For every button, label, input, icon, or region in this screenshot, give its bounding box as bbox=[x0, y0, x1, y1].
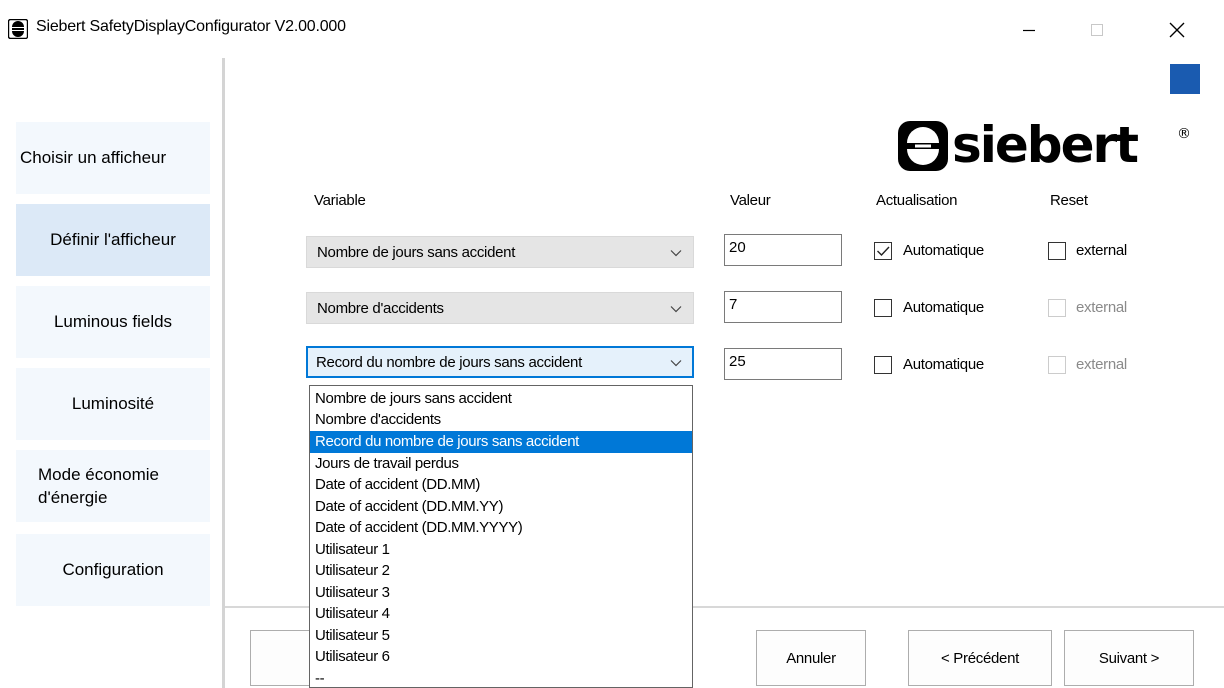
window-title: Siebert SafetyDisplayConfigurator V2.00.… bbox=[36, 18, 346, 35]
sidebar-item-label: Mode économie d'énergie bbox=[38, 465, 159, 507]
title-bar: Siebert SafetyDisplayConfigurator V2.00.… bbox=[0, 0, 1224, 56]
sidebar-item-choose-display[interactable]: Choisir un afficheur bbox=[16, 122, 210, 194]
auto-checkbox-1[interactable] bbox=[874, 242, 892, 260]
dropdown-option[interactable]: Nombre de jours sans accident bbox=[310, 388, 692, 410]
reset-checkbox-2 bbox=[1048, 299, 1066, 317]
reset-checkbox-3 bbox=[1048, 356, 1066, 374]
next-button[interactable]: Suivant > bbox=[1064, 630, 1194, 686]
dropdown-option-selected[interactable]: Record du nombre de jours sans accident bbox=[310, 431, 692, 453]
header-variable: Variable bbox=[314, 192, 366, 209]
minimize-button[interactable] bbox=[1006, 10, 1052, 50]
dropdown-option[interactable]: Date of accident (DD.MM) bbox=[310, 474, 692, 496]
dropdown-option[interactable]: -- bbox=[310, 668, 692, 687]
app-icon bbox=[8, 19, 28, 39]
variable-select-2[interactable]: Nombre d'accidents bbox=[306, 292, 694, 324]
variable-select-1[interactable]: Nombre de jours sans accident bbox=[306, 236, 694, 268]
select-value: Record du nombre de jours sans accident bbox=[316, 354, 582, 371]
sidebar-item-label: Luminosité bbox=[71, 394, 155, 413]
dropdown-option[interactable]: Utilisateur 3 bbox=[310, 582, 692, 604]
reset-label-3: external bbox=[1076, 356, 1127, 373]
sidebar-divider bbox=[222, 58, 225, 688]
chevron-down-icon bbox=[670, 250, 682, 257]
previous-button[interactable]: < Précédent bbox=[908, 630, 1052, 686]
sidebar-item-label: Choisir un afficheur bbox=[20, 148, 167, 167]
variable-dropdown-list[interactable]: Nombre de jours sans accident Nombre d'a… bbox=[309, 385, 693, 688]
sidebar-item-configuration[interactable]: Configuration bbox=[16, 534, 210, 606]
header-reset: Reset bbox=[1050, 192, 1088, 209]
checkmark-icon bbox=[877, 246, 890, 257]
minimize-icon bbox=[1023, 29, 1035, 32]
dropdown-option[interactable]: Utilisateur 1 bbox=[310, 539, 692, 561]
value-input-2[interactable]: 7 bbox=[724, 291, 842, 323]
svg-text:®: ® bbox=[1177, 126, 1191, 142]
auto-checkbox-3[interactable] bbox=[874, 356, 892, 374]
auto-label-1: Automatique bbox=[903, 242, 984, 259]
reset-checkbox-1[interactable] bbox=[1048, 242, 1066, 260]
dropdown-option[interactable]: Date of accident (DD.MM.YYYY) bbox=[310, 517, 692, 539]
value-input-3[interactable]: 25 bbox=[724, 348, 842, 380]
sidebar-item-energy-saving[interactable]: Mode économie d'énergie bbox=[16, 450, 210, 522]
dropdown-option[interactable]: Utilisateur 5 bbox=[310, 625, 692, 647]
auto-label-3: Automatique bbox=[903, 356, 984, 373]
cancel-button[interactable]: Annuler bbox=[756, 630, 866, 686]
sidebar-item-define-display[interactable]: Définir l'afficheur bbox=[16, 204, 210, 276]
sidebar-item-label: Définir l'afficheur bbox=[50, 230, 176, 249]
siebert-logo: siebert ® bbox=[896, 116, 1196, 174]
status-indicator bbox=[1170, 64, 1200, 94]
close-icon bbox=[1169, 22, 1185, 38]
close-button[interactable] bbox=[1154, 10, 1200, 50]
auto-label-2: Automatique bbox=[903, 299, 984, 316]
chevron-down-icon bbox=[670, 306, 682, 313]
header-valeur: Valeur bbox=[730, 192, 771, 209]
maximize-icon bbox=[1091, 24, 1103, 36]
dropdown-option[interactable]: Utilisateur 2 bbox=[310, 560, 692, 582]
svg-text:siebert: siebert bbox=[952, 118, 1138, 174]
select-value: Nombre de jours sans accident bbox=[317, 244, 516, 261]
dropdown-option[interactable]: Utilisateur 4 bbox=[310, 603, 692, 625]
reset-label-2: external bbox=[1076, 299, 1127, 316]
sidebar-item-luminous-fields[interactable]: Luminous fields bbox=[16, 286, 210, 358]
dropdown-option[interactable]: Nombre d'accidents bbox=[310, 409, 692, 431]
sidebar-item-label: Configuration bbox=[62, 560, 164, 579]
maximize-button[interactable] bbox=[1074, 10, 1120, 50]
dropdown-option[interactable]: Jours de travail perdus bbox=[310, 453, 692, 475]
variable-select-3[interactable]: Record du nombre de jours sans accident bbox=[306, 346, 694, 378]
reset-label-1: external bbox=[1076, 242, 1127, 259]
header-actualisation: Actualisation bbox=[876, 192, 958, 209]
sidebar-item-label: Luminous fields bbox=[53, 312, 173, 331]
chevron-down-icon bbox=[670, 360, 682, 367]
sidebar-item-brightness[interactable]: Luminosité bbox=[16, 368, 210, 440]
auto-checkbox-2[interactable] bbox=[874, 299, 892, 317]
dropdown-option[interactable]: Utilisateur 6 bbox=[310, 646, 692, 668]
value-input-1[interactable]: 20 bbox=[724, 234, 842, 266]
select-value: Nombre d'accidents bbox=[317, 300, 444, 317]
dropdown-option[interactable]: Date of accident (DD.MM.YY) bbox=[310, 496, 692, 518]
